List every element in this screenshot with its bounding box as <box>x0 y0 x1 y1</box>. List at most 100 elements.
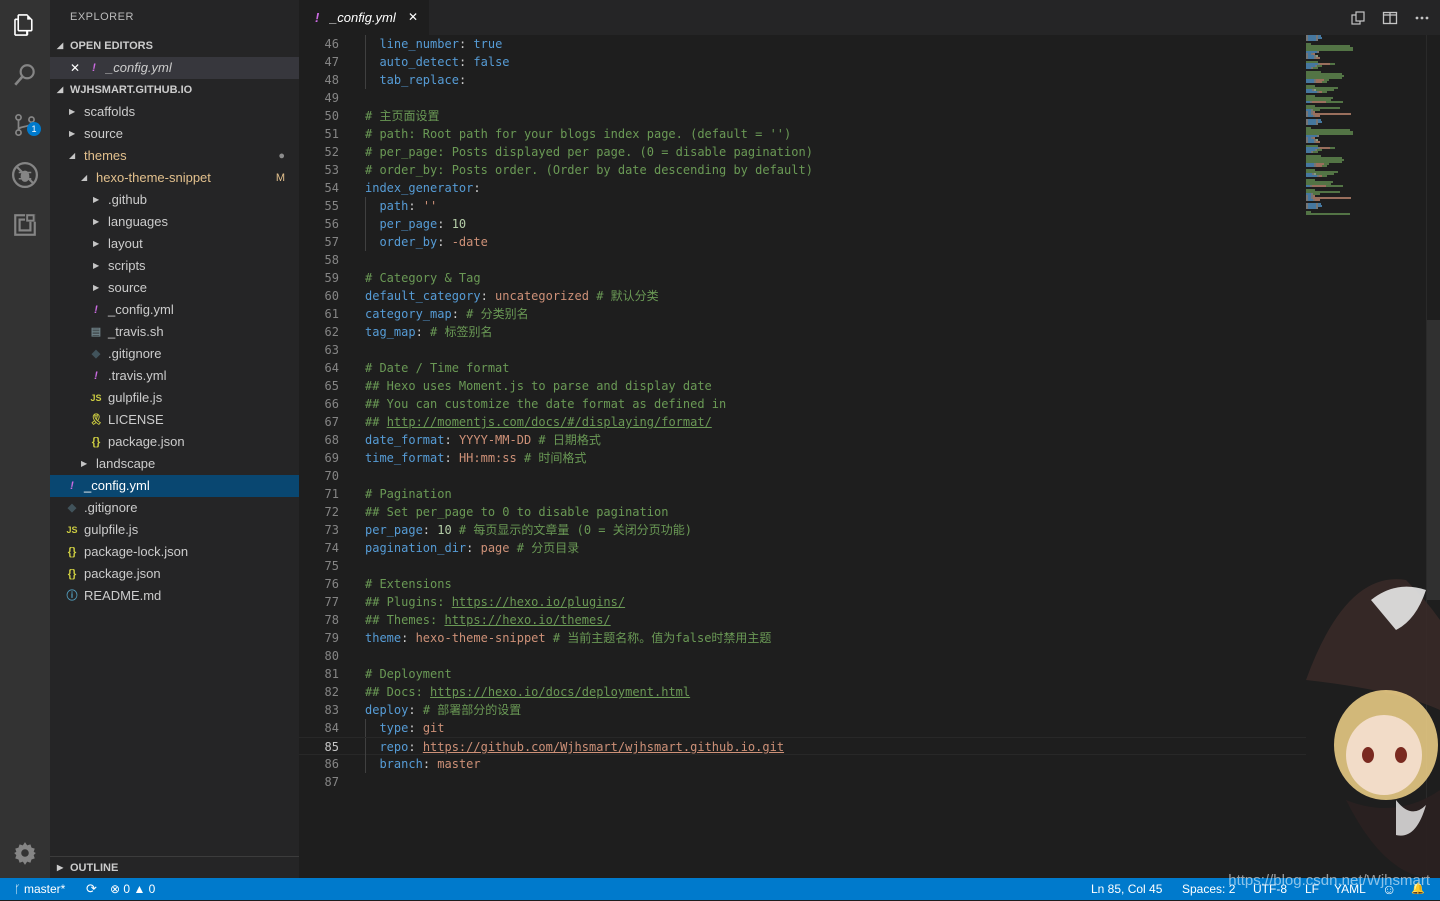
code-line[interactable]: 52 # per_page: Posts displayed per page. … <box>299 143 1306 161</box>
tree-file[interactable]: {} package-lock.json <box>50 541 299 563</box>
problems-indicator[interactable]: ⊗ 0 ▲ 0 <box>110 878 155 900</box>
code-line[interactable]: 67 ## http://momentjs.com/docs/#/displayi… <box>299 413 1306 431</box>
code-token: # 分页目录 <box>509 541 580 555</box>
tree-file[interactable]: ! _config.yml <box>50 475 299 497</box>
code-line[interactable]: 48 tab_replace: <box>299 71 1306 89</box>
code-line[interactable]: 53 # order_by: Posts order. (Order by dat… <box>299 161 1306 179</box>
code-token: hexo-theme-snippet <box>415 631 546 645</box>
code-line[interactable]: 49 <box>299 89 1306 107</box>
close-icon[interactable]: ✕ <box>70 57 80 79</box>
code-line[interactable]: 64 # Date / Time format <box>299 359 1306 377</box>
line-number: 49 <box>324 91 339 105</box>
tree-folder[interactable]: ◢ themes ● <box>50 145 299 167</box>
code-line[interactable]: 68 date_format: YYYY-MM-DD # 日期格式 <box>299 431 1306 449</box>
code-line[interactable]: 76 # Extensions <box>299 575 1306 593</box>
code-line[interactable]: 69 time_format: HH:mm:ss # 时间格式 <box>299 449 1306 467</box>
code-line[interactable]: 61 category_map: # 分类别名 <box>299 305 1306 323</box>
line-number: 54 <box>324 181 339 195</box>
outline-header[interactable]: ▶ OUTLINE <box>50 856 299 879</box>
code-line[interactable]: 47 auto_detect: false <box>299 53 1306 71</box>
code-line[interactable]: 57 order_by: -date <box>299 233 1306 251</box>
code-token: https://hexo.io/plugins/ <box>451 595 626 609</box>
tree-folder[interactable]: ▶ landscape <box>50 453 299 475</box>
code-line[interactable]: 56 per_page: 10 <box>299 215 1306 233</box>
branch-indicator[interactable]: ᚴ master* <box>14 878 65 901</box>
tree-file[interactable]: JS gulpfile.js <box>50 519 299 541</box>
code-token: deploy <box>365 703 409 717</box>
code-line[interactable]: 71 # Pagination <box>299 485 1306 503</box>
code-line[interactable]: 59 # Category & Tag <box>299 269 1306 287</box>
tree-file[interactable]: 🎗 LICENSE <box>50 409 299 431</box>
tree-file[interactable]: ▤ _travis.sh <box>50 321 299 343</box>
gear-icon[interactable] <box>0 828 50 878</box>
code-line[interactable]: 62 tag_map: # 标签别名 <box>299 323 1306 341</box>
tab-bar: ! _config.yml ✕ <box>299 0 1440 35</box>
tree-folder[interactable]: ▶ scripts <box>50 255 299 277</box>
code-line[interactable]: 54 index_generator: <box>299 179 1306 197</box>
code-line[interactable]: 80 <box>299 647 1306 665</box>
code-line[interactable]: 79 theme: hexo-theme-snippet # 当前主题名称。值为f… <box>299 629 1306 647</box>
code-line[interactable]: 73 per_page: 10 # 每页显示的文章量 (0 = 关闭分页功能) <box>299 521 1306 539</box>
extensions-icon[interactable] <box>0 200 50 250</box>
code-token: : <box>444 433 459 447</box>
tree-file-label: LICENSE <box>108 412 164 427</box>
split-editor-icon[interactable] <box>1378 0 1402 35</box>
tree-folder[interactable]: ▶ scaffolds <box>50 101 299 123</box>
tree-folder[interactable]: ▶ layout <box>50 233 299 255</box>
line-number: 74 <box>324 541 339 555</box>
tree-file[interactable]: ! .travis.yml <box>50 365 299 387</box>
tree-file[interactable]: ◆ .gitignore <box>50 497 299 519</box>
code-line[interactable]: 81 # Deployment <box>299 665 1306 683</box>
code-line[interactable]: 60 default_category: uncategorized # 默认分类 <box>299 287 1306 305</box>
code-line[interactable]: 82 ## Docs: https://hexo.io/docs/deployme… <box>299 683 1306 701</box>
tree-file[interactable]: ! _config.yml <box>50 299 299 321</box>
search-icon[interactable] <box>0 50 50 100</box>
open-editor-item[interactable]: ✕ ! _config.yml <box>50 57 299 79</box>
tree-folder[interactable]: ▶ languages <box>50 211 299 233</box>
code-line[interactable]: 78 ## Themes: https://hexo.io/themes/ <box>299 611 1306 629</box>
tree-file[interactable]: JS gulpfile.js <box>50 387 299 409</box>
close-icon[interactable]: ✕ <box>408 0 418 35</box>
tree-folder[interactable]: ◢ hexo-theme-snippet M <box>50 167 299 189</box>
code-line[interactable]: 63 <box>299 341 1306 359</box>
code-line[interactable]: 70 <box>299 467 1306 485</box>
debug-icon[interactable] <box>0 150 50 200</box>
tree-folder[interactable]: ▶ source <box>50 123 299 145</box>
code-line[interactable]: 58 <box>299 251 1306 269</box>
code-line[interactable]: 85 repo: https://github.com/Wjhsmart/wjh… <box>299 737 1306 756</box>
source-control-icon[interactable]: 1 <box>0 100 50 150</box>
code-line[interactable]: 51 # path: Root path for your blogs index… <box>299 125 1306 143</box>
tree-file[interactable]: ◆ .gitignore <box>50 343 299 365</box>
folder-header[interactable]: ◢ WJHSMART.GITHUB.IO <box>50 79 299 101</box>
code-line[interactable]: 77 ## Plugins: https://hexo.io/plugins/ <box>299 593 1306 611</box>
code-line[interactable]: 72 ## Set per_page to 0 to disable pagina… <box>299 503 1306 521</box>
code-line[interactable]: 74 pagination_dir: page # 分页目录 <box>299 539 1306 557</box>
tree-file[interactable]: ⓘ README.md <box>50 585 299 607</box>
cursor-position[interactable]: Ln 85, Col 45 <box>1091 878 1162 900</box>
code-token: tab_replace <box>379 73 459 87</box>
code-line[interactable]: 66 ## You can customize the date format a… <box>299 395 1306 413</box>
tab-config-yml[interactable]: ! _config.yml ✕ <box>299 0 429 35</box>
code-line[interactable]: 87 <box>299 773 1306 791</box>
explorer-icon[interactable] <box>0 0 50 50</box>
code-line[interactable]: 50 # 主页面设置 <box>299 107 1306 125</box>
explorer-sidebar: EXPLORER ◢ OPEN EDITORS ✕ ! _config.yml … <box>50 0 299 878</box>
code-line[interactable]: 65 ## Hexo uses Moment.js to parse and di… <box>299 377 1306 395</box>
code-line[interactable]: 86 branch: master <box>299 755 1306 773</box>
tree-folder[interactable]: ▶ source <box>50 277 299 299</box>
open-editors-header[interactable]: ◢ OPEN EDITORS <box>50 35 299 57</box>
scrollbar-thumb[interactable] <box>1427 320 1440 600</box>
tree-file[interactable]: {} package.json <box>50 563 299 585</box>
sync-icon[interactable]: ⟳ <box>86 878 97 900</box>
tree-file[interactable]: {} package.json <box>50 431 299 453</box>
code-line[interactable]: 55 path: '' <box>299 197 1306 215</box>
more-actions-icon[interactable] <box>1410 0 1434 35</box>
code-editor[interactable]: 46 line_number: true 47 auto_detect: fals… <box>299 35 1306 878</box>
code-line[interactable]: 83 deploy: # 部署部分的设置 <box>299 701 1306 719</box>
code-line[interactable]: 75 <box>299 557 1306 575</box>
code-line[interactable]: 84 type: git <box>299 719 1306 737</box>
code-line[interactable]: 46 line_number: true <box>299 35 1306 53</box>
code-token: : <box>422 757 438 771</box>
tree-folder[interactable]: ▶ .github <box>50 189 299 211</box>
open-changes-icon[interactable] <box>1346 0 1370 35</box>
